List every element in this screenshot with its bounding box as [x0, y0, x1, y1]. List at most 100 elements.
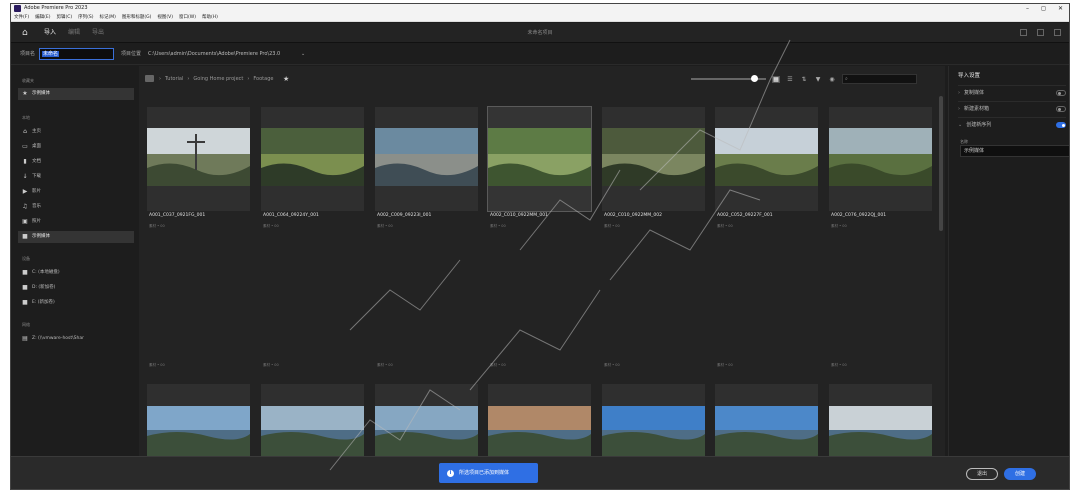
close-button[interactable]: ✕ — [1058, 4, 1063, 13]
fullscreen-icon[interactable] — [1054, 29, 1061, 36]
clip-card[interactable] — [715, 384, 818, 456]
sidebar-item-home[interactable]: ⌂ 主页 — [18, 126, 134, 138]
clip-meta: 素材 • 00 — [377, 363, 393, 367]
premiere-window: Adobe Premiere Pro 2023 – ◻ ✕ 文件(F) 编辑(E… — [10, 3, 1070, 490]
clip-thumbnail — [375, 406, 478, 456]
sidebar-item-downloads[interactable]: ↓ 下载 — [18, 171, 134, 183]
home-icon: ⌂ — [23, 128, 27, 135]
breadcrumb-tutorial[interactable]: Tutorial — [165, 71, 183, 87]
workspace-icon[interactable] — [1020, 29, 1027, 36]
clip-thumbnail — [261, 128, 364, 186]
clip-card[interactable]: A002_C076_0922QJ_001 素材 • 00 — [829, 107, 932, 228]
sidebar-item-documents[interactable]: ▮ 文档 — [18, 156, 134, 168]
exit-button[interactable]: 退出 — [966, 468, 998, 480]
breadcrumb-project[interactable]: Going Home project — [193, 71, 243, 87]
new-bin-row[interactable]: › 新建素材箱 — [958, 101, 1066, 115]
sidebar-item-sample-media-fav[interactable]: ★ 示例媒体 — [18, 88, 134, 100]
menu-markers[interactable]: 标记(M) — [100, 13, 116, 21]
menu-sequence[interactable]: 序列(S) — [78, 13, 93, 21]
thumbnail-size-slider[interactable] — [691, 75, 766, 82]
list-view-icon[interactable]: ☰ — [786, 76, 794, 83]
clip-thumbnail — [488, 128, 591, 186]
clip-card[interactable]: A002_C009_09223I_001 素材 • 00 — [375, 107, 478, 228]
sort-icon[interactable]: ⇅ — [800, 76, 808, 83]
new-bin-toggle[interactable] — [1056, 106, 1066, 112]
menu-help[interactable]: 帮助(H) — [202, 13, 218, 21]
notifications-icon[interactable] — [1037, 29, 1044, 36]
menu-file[interactable]: 文件(F) — [14, 13, 29, 21]
clip-card[interactable] — [375, 384, 478, 456]
clip-card[interactable] — [147, 384, 250, 456]
download-icon: ↓ — [22, 173, 28, 180]
grid-view-icon[interactable]: ▦ — [772, 75, 780, 83]
create-button[interactable]: 创建 — [1004, 468, 1036, 480]
menu-graphics[interactable]: 图形和标题(G) — [122, 13, 152, 21]
window-title: Adobe Premiere Pro 2023 — [24, 5, 88, 11]
chevron-right-icon: › — [958, 90, 960, 96]
create-sequence-row[interactable]: ⌄ 创建新序列 — [958, 117, 1066, 131]
photo-icon: ▣ — [22, 218, 28, 225]
copy-media-toggle[interactable] — [1056, 90, 1066, 96]
clip-thumbnail — [261, 406, 364, 456]
clip-meta: 素材 • 00 — [377, 224, 393, 228]
clip-thumbnail — [147, 128, 250, 186]
menu-edit[interactable]: 编辑(E) — [35, 13, 50, 21]
section-favorites: 收藏夹 — [22, 78, 34, 83]
project-location-select[interactable]: C:\Users\admin\Documents\Adobe\Premiere … — [148, 48, 308, 60]
menu-window[interactable]: 窗口(W) — [179, 13, 196, 21]
sidebar-item-drive-e[interactable]: ■ E: (新加卷) — [18, 297, 134, 309]
workspace-nav: ⌂ 导入 编辑 导出 未命名项目 — [11, 23, 1069, 45]
network-drive-icon: ▤ — [22, 335, 28, 342]
sidebar-item-videos[interactable]: ▶ 影片 — [18, 186, 134, 198]
chevron-down-icon[interactable]: ⌄ — [301, 43, 305, 65]
desktop-icon: ▭ — [22, 143, 28, 150]
clip-card[interactable]: A002_C010_0922MM_001 素材 • 00 — [487, 106, 592, 228]
clip-card[interactable] — [488, 384, 591, 456]
sidebar-item-drive-d[interactable]: ■ D: (新加卷) — [18, 282, 134, 294]
maximize-button[interactable]: ◻ — [1041, 4, 1046, 13]
clip-card[interactable] — [602, 384, 705, 456]
favorite-star-icon[interactable]: ★ — [283, 71, 289, 87]
breadcrumb-footage[interactable]: Footage — [253, 71, 273, 87]
clip-card[interactable] — [261, 384, 364, 456]
document-icon: ▮ — [23, 158, 27, 165]
sidebar-item-music[interactable]: ♫ 音乐 — [18, 201, 134, 213]
clip-card[interactable]: A001_C037_0921FG_001 素材 • 00 — [147, 107, 250, 228]
clip-card[interactable]: A001_C064_09224Y_001 素材 • 00 — [261, 107, 364, 228]
sidebar-item-drive-c[interactable]: ■ C: (本地磁盘) — [18, 267, 134, 279]
clip-card[interactable]: A002_C010_0922MM_002 素材 • 00 — [602, 107, 705, 228]
project-settings-row: 项目名 未命名 项目位置 C:\Users\admin\Documents\Ad… — [11, 43, 1069, 65]
clip-thumbnail — [829, 128, 932, 186]
project-name-input[interactable]: 未命名 — [39, 48, 114, 60]
sidebar-item-sample-media[interactable]: ■ 示例媒体 — [18, 231, 134, 243]
clip-card[interactable] — [829, 384, 932, 456]
filter-icon[interactable]: ▼ — [814, 76, 822, 83]
premiere-logo-icon — [14, 5, 21, 12]
clip-title: A002_C009_09223I_001 — [377, 213, 432, 218]
clip-meta: 素材 • 00 — [831, 224, 847, 228]
search-icon: ⌕ — [845, 76, 848, 82]
minimize-button[interactable]: – — [1026, 4, 1029, 13]
sequence-name-input[interactable]: 示例媒体 — [960, 145, 1069, 157]
clip-title: A002_C010_0922MM_001 — [490, 213, 548, 218]
clip-title: A002_C052_09227F_001 — [717, 213, 773, 218]
search-input[interactable]: ⌕ — [842, 74, 917, 84]
clip-thumbnail — [147, 406, 250, 456]
sidebar-item-desktop[interactable]: ▭ 桌面 — [18, 141, 134, 153]
info-icon: i — [447, 470, 454, 477]
clip-card[interactable]: A002_C052_09227F_001 素材 • 00 — [715, 107, 818, 228]
copy-media-row[interactable]: › 复制媒体 — [958, 85, 1066, 99]
menu-clip[interactable]: 剪辑(C) — [56, 13, 72, 21]
clip-meta: 素材 • 00 — [831, 363, 847, 367]
sidebar-item-photos[interactable]: ▣ 照片 — [18, 216, 134, 228]
create-sequence-toggle[interactable] — [1056, 122, 1066, 128]
file-browser-sidebar: 收藏夹 ★ 示例媒体 本地 ⌂ 主页 ▭ 桌面 ▮ 文档 ↓ 下载 ▶ 影片 ♫ 音乐 ▣ 照片… — [11, 66, 137, 456]
drive-icon: ■ — [22, 299, 28, 306]
menu-view[interactable]: 视图(V) — [157, 13, 173, 21]
eye-icon[interactable]: ◉ — [828, 76, 836, 83]
drive-icon: ■ — [22, 284, 28, 291]
sidebar-item-network-z[interactable]: ▤ Z: (\\vmware-host\Shar — [18, 333, 134, 345]
folder-icon: ■ — [22, 233, 28, 240]
slider-thumb[interactable] — [750, 75, 758, 82]
vertical-scrollbar[interactable] — [939, 96, 943, 231]
